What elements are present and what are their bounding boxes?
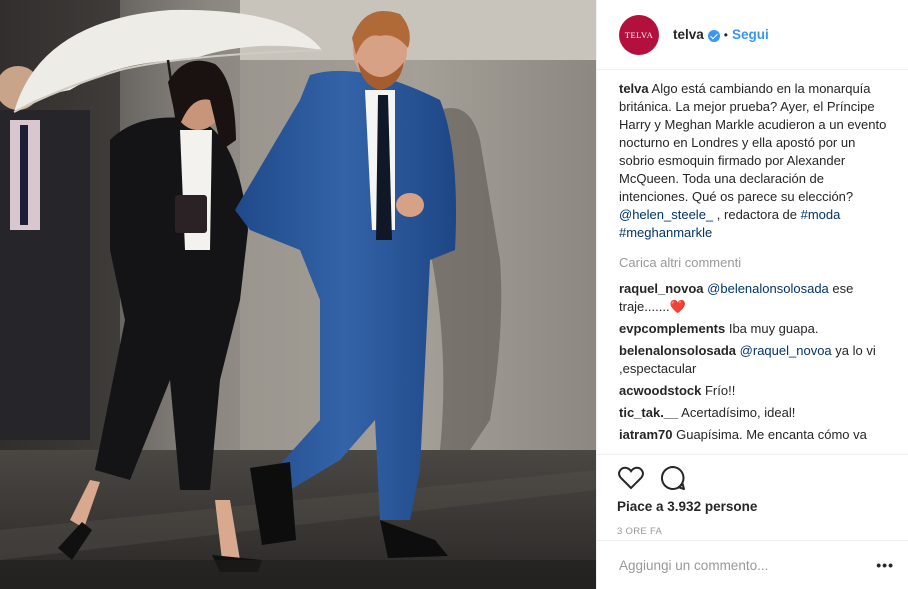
hashtag-link[interactable]: #meghanmarkle [619, 225, 712, 240]
comment-text: Frío!! [704, 383, 736, 398]
more-options-icon[interactable]: ••• [876, 557, 894, 573]
comment-item: iatram70 Guapísima. Me encanta cómo va [619, 426, 894, 444]
likes-count[interactable]: Piace a 3.932 persone [617, 499, 892, 514]
comment-item: belenalonsolosada @raquel_novoa ya lo vi… [619, 342, 894, 378]
avatar[interactable]: TELVA [619, 14, 659, 55]
caption-mid-text: , redactora de [716, 207, 797, 222]
comments-list[interactable]: telva Algo está cambiando en la monarquí… [619, 80, 894, 452]
comment-text: Acertadísimo, ideal! [681, 405, 796, 420]
comment-item: tic_tak.__ Acertadísimo, ideal! [619, 404, 894, 422]
action-icons [617, 463, 892, 493]
instagram-post: TELVA telva • Segui telva Algo está camb… [0, 0, 908, 589]
post-caption: telva Algo está cambiando en la monarquí… [619, 80, 894, 242]
caption-mention[interactable]: @helen_steele_ [619, 207, 713, 222]
comment-mention[interactable]: @belenalonsolosada [707, 281, 829, 296]
comment-text: Iba muy guapa. [728, 321, 819, 336]
comment-username[interactable]: belenalonsolosada [619, 343, 736, 358]
comment-item: acwoodstock Frío!! [619, 382, 894, 400]
comment-username[interactable]: iatram70 [619, 427, 672, 442]
comment-username[interactable]: evpcomplements [619, 321, 725, 336]
post-timestamp: 3 ORE FA [617, 526, 663, 537]
comment-username[interactable]: acwoodstock [619, 383, 701, 398]
header-username[interactable]: telva [673, 27, 704, 42]
caption-text: Algo está cambiando en la monarquía brit… [619, 81, 887, 204]
heart-emoji-icon: ❤️ [669, 299, 686, 314]
comment-item: raquel_novoa @belenalonsolosada ese traj… [619, 280, 894, 316]
caption-username[interactable]: telva [619, 81, 649, 96]
load-more-comments-button[interactable]: Carica altri commenti [619, 254, 894, 272]
comment-text: Guapísima. Me encanta cómo va [676, 427, 867, 442]
verified-badge-icon [707, 29, 720, 42]
post-header: TELVA telva • Segui [597, 0, 908, 70]
follow-button[interactable]: Segui [732, 27, 769, 42]
comment-input[interactable] [619, 557, 877, 573]
post-photo[interactable] [0, 0, 596, 589]
post-sidebar: TELVA telva • Segui telva Algo está camb… [596, 0, 908, 589]
photo-illustration [0, 0, 596, 589]
add-comment-bar: ••• [597, 540, 908, 589]
comment-mention[interactable]: @raquel_novoa [740, 343, 832, 358]
comment-item: evpcomplements Iba muy guapa. [619, 320, 894, 338]
hashtag-link[interactable]: #moda [801, 207, 841, 222]
comment-username[interactable]: raquel_novoa [619, 281, 704, 296]
heart-icon[interactable] [617, 464, 645, 492]
post-actions: Piace a 3.932 persone 3 ORE FA [597, 454, 908, 537]
comment-bubble-icon[interactable] [659, 464, 687, 492]
comment-username[interactable]: tic_tak.__ [619, 405, 678, 420]
separator-dot: • [723, 27, 728, 42]
